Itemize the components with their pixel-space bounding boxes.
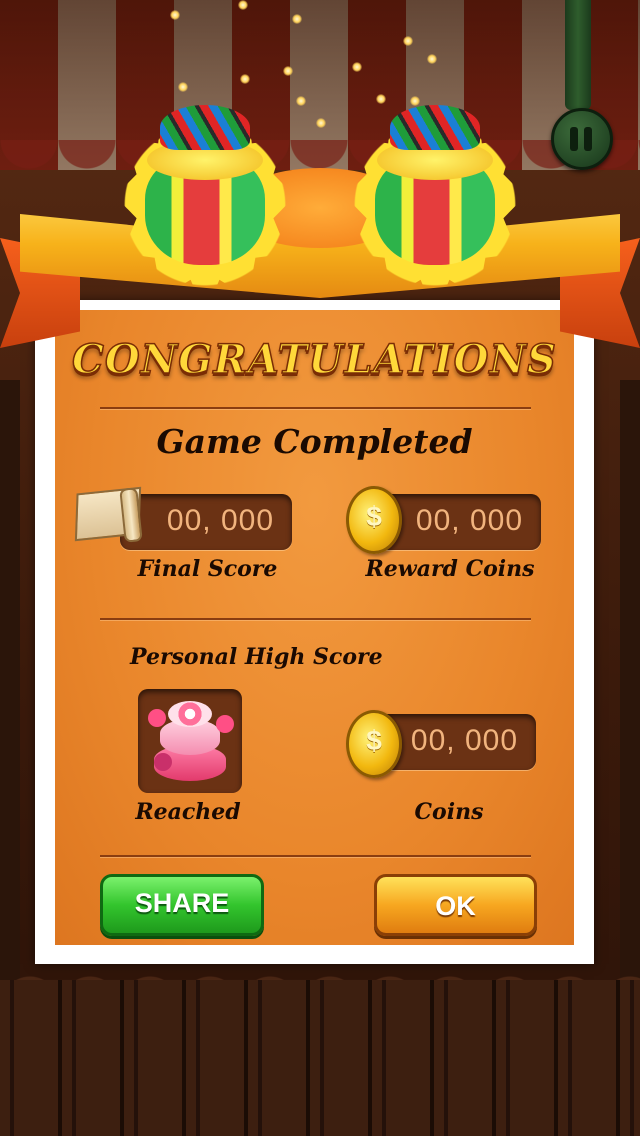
divider bbox=[100, 855, 531, 857]
share-button[interactable]: SHARE bbox=[100, 874, 264, 936]
congratulations-title: CONGRATULATIONS bbox=[71, 335, 557, 384]
high-score-coins-value: 00, 000 bbox=[410, 724, 518, 757]
pause-button[interactable] bbox=[551, 108, 613, 170]
ok-button[interactable]: OK bbox=[374, 874, 537, 936]
reward-coins-value: 00, 000 bbox=[415, 504, 523, 537]
sparkle bbox=[170, 10, 180, 20]
confetti-trophy-icon bbox=[345, 95, 525, 315]
reward-coins-box: 00, 000 bbox=[378, 494, 541, 550]
sparkle bbox=[178, 82, 188, 92]
dialog-panel bbox=[55, 310, 574, 945]
left-post bbox=[0, 380, 20, 980]
coins-label: Coins bbox=[414, 799, 484, 825]
confetti-trophy-icon bbox=[115, 95, 295, 315]
game-completed-heading: Game Completed bbox=[156, 422, 473, 461]
high-score-heading: Personal High Score bbox=[130, 644, 383, 670]
scroll-icon bbox=[70, 482, 143, 544]
sparkle bbox=[316, 118, 326, 128]
sparkle bbox=[427, 54, 437, 64]
coin-icon: $ bbox=[346, 710, 402, 778]
pause-rope bbox=[565, 0, 591, 110]
sparkle bbox=[296, 96, 306, 106]
final-score-label: Final Score bbox=[137, 556, 278, 582]
sparkle bbox=[283, 66, 293, 76]
final-score-value: 00, 000 bbox=[166, 504, 274, 537]
sparkle bbox=[238, 0, 248, 10]
sparkle bbox=[352, 62, 362, 72]
sparkle bbox=[292, 14, 302, 24]
sparkle bbox=[240, 74, 250, 84]
reached-label: Reached bbox=[135, 799, 241, 825]
cake-icon bbox=[138, 689, 242, 793]
coin-icon: $ bbox=[346, 486, 402, 554]
fence bbox=[0, 980, 640, 1136]
reward-coins-label: Reward Coins bbox=[365, 556, 535, 582]
right-post bbox=[620, 380, 640, 980]
divider bbox=[100, 407, 531, 409]
final-score-box: 00, 000 bbox=[120, 494, 292, 550]
header-ribbon bbox=[0, 168, 640, 348]
divider bbox=[100, 618, 531, 620]
sparkle bbox=[403, 36, 413, 46]
